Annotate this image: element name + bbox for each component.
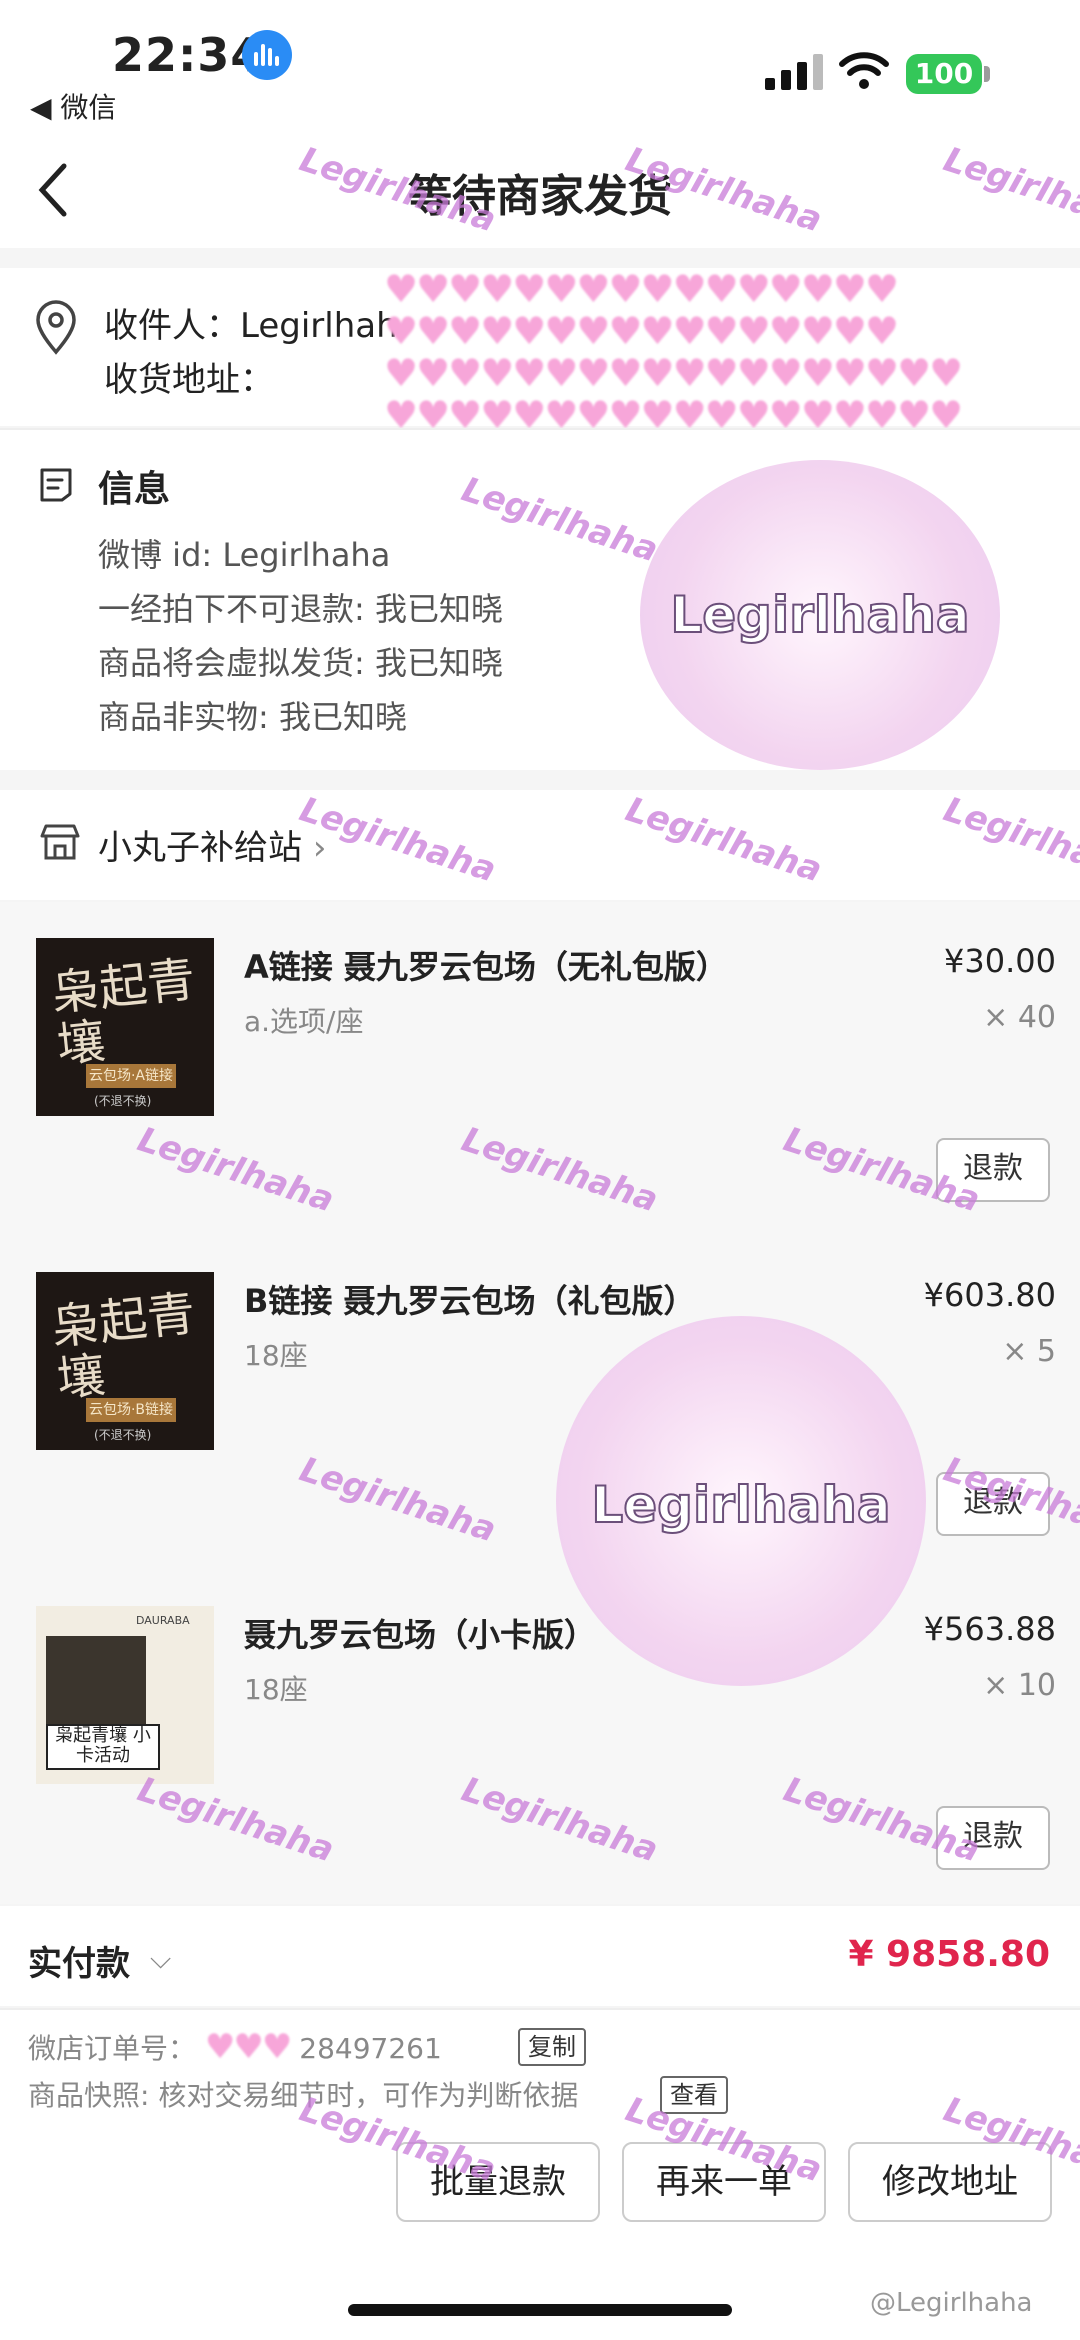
item-title: B链接 聂九罗云包场（礼包版） <box>244 1282 696 1320</box>
redaction-hearts: ♥♥♥ <box>204 2027 292 2067</box>
shop-icon <box>40 824 80 860</box>
item-quantity: × 10 <box>983 1668 1056 1703</box>
total-price: ¥ 9858.80 <box>848 1934 1050 1975</box>
item-spec: 18座 <box>244 1339 308 1372</box>
order-item[interactable]: 枭起青壤 云包场·A链接 (不退不换) A链接 聂九罗云包场（无礼包版） a.选… <box>0 902 1080 1236</box>
total-row[interactable]: 实付款 ⌵ ¥ 9858.80 <box>0 1906 1080 2006</box>
battery-tip <box>984 66 990 82</box>
product-thumbnail: DAURABA 枭起青壤 小卡活动 <box>36 1606 214 1784</box>
nav-bar: 等待商家发货 <box>0 130 1080 248</box>
edit-address-button[interactable]: 修改地址 <box>848 2142 1052 2222</box>
info-note-icon <box>40 468 72 502</box>
address-card[interactable]: 收件人：Legirlhah 收货地址： ♥♥♥♥♥♥♥♥♥♥♥♥♥♥♥♥ ♥♥♥♥… <box>0 268 1080 436</box>
home-indicator <box>348 2304 732 2316</box>
product-thumbnail: 枭起青壤 云包场·B链接 (不退不换) <box>36 1272 214 1450</box>
batch-refund-button[interactable]: 批量退款 <box>396 2142 600 2222</box>
item-price: ¥30.00 <box>944 942 1056 980</box>
order-meta: 微店订单号： ♥♥♥ 28497261 复制 商品快照: 核对交易细节时，可作为… <box>0 2008 1080 2118</box>
item-price: ¥603.80 <box>923 1276 1056 1314</box>
shop-row[interactable]: 小丸子补给站 › <box>0 790 1080 900</box>
total-label: 实付款 <box>28 1944 130 1984</box>
snapshot-text: 商品快照: 核对交易细节时，可作为判断依据 <box>28 2079 579 2112</box>
info-title: 信息 <box>98 469 171 510</box>
info-card: 信息 微博 id: Legirlhaha 一经拍下不可退款: 我已知晓 商品将会… <box>0 428 1080 770</box>
watermark-sticker: Legirlhaha <box>640 460 1000 770</box>
recipient-name: Legirlhah <box>240 306 398 346</box>
info-line: 商品非实物: 我已知晓 <box>98 698 407 736</box>
order-number: 28497261 <box>299 2032 442 2065</box>
shop-name: 小丸子补给站 › <box>98 828 327 868</box>
weibo-watermark: @Legirlhaha <box>870 2288 1033 2318</box>
reorder-button[interactable]: 再来一单 <box>622 2142 826 2222</box>
order-item[interactable]: DAURABA 枭起青壤 小卡活动 聂九罗云包场（小卡版） 18座 ¥563.8… <box>0 1570 1080 1904</box>
info-line: 微博 id: Legirlhaha <box>98 536 391 574</box>
item-quantity: × 5 <box>1002 1334 1056 1369</box>
product-thumbnail: 枭起青壤 云包场·A链接 (不退不换) <box>36 938 214 1116</box>
item-title: 聂九罗云包场（小卡版） <box>244 1616 597 1654</box>
wifi-icon <box>839 52 889 89</box>
info-line: 商品将会虚拟发货: 我已知晓 <box>98 644 503 682</box>
item-spec: a.选项/座 <box>244 1005 364 1038</box>
address-label: 收货地址： <box>104 360 274 400</box>
page-title: 等待商家发货 <box>408 171 672 222</box>
battery-indicator: 100 <box>906 54 982 94</box>
item-title: A链接 聂九罗云包场（无礼包版） <box>244 948 728 986</box>
order-number-label: 微店订单号： <box>28 2032 197 2065</box>
sticker-text: Legirlhaha <box>590 1475 891 1535</box>
cellular-signal-icon <box>765 52 825 90</box>
refund-button[interactable]: 退款 <box>936 1472 1050 1536</box>
item-price: ¥563.88 <box>923 1610 1056 1648</box>
order-number-row: 微店订单号： ♥♥♥ 28497261 <box>28 2026 442 2068</box>
copy-button[interactable]: 复制 <box>518 2028 586 2066</box>
chevron-down-icon: ⌵ <box>150 1942 172 1975</box>
recipient-row: 收件人：Legirlhah <box>104 298 398 347</box>
sticker-text: Legirlhaha <box>669 585 970 645</box>
status-bar: 22:34 ◀ 微信 100 <box>0 0 1080 130</box>
voice-activity-icon <box>242 30 292 80</box>
refund-button[interactable]: 退款 <box>936 1138 1050 1202</box>
location-pin-icon <box>36 300 76 355</box>
clock: 22:34 <box>112 28 264 82</box>
back-to-app-link[interactable]: ◀ 微信 <box>30 86 116 126</box>
watermark-sticker: Legirlhaha <box>556 1316 926 1686</box>
info-line: 一经拍下不可退款: 我已知晓 <box>98 590 503 628</box>
recipient-label: 收件人： <box>104 306 240 346</box>
item-spec: 18座 <box>244 1673 308 1706</box>
refund-button[interactable]: 退款 <box>936 1806 1050 1870</box>
redaction-hearts: ♥♥♥♥♥♥♥♥♥♥♥♥♥♥♥♥ ♥♥♥♥♥♥♥♥♥♥♥♥♥♥♥♥ ♥♥♥♥♥♥♥♥… <box>384 267 963 437</box>
item-quantity: × 40 <box>983 1000 1056 1035</box>
view-button[interactable]: 查看 <box>660 2076 728 2114</box>
